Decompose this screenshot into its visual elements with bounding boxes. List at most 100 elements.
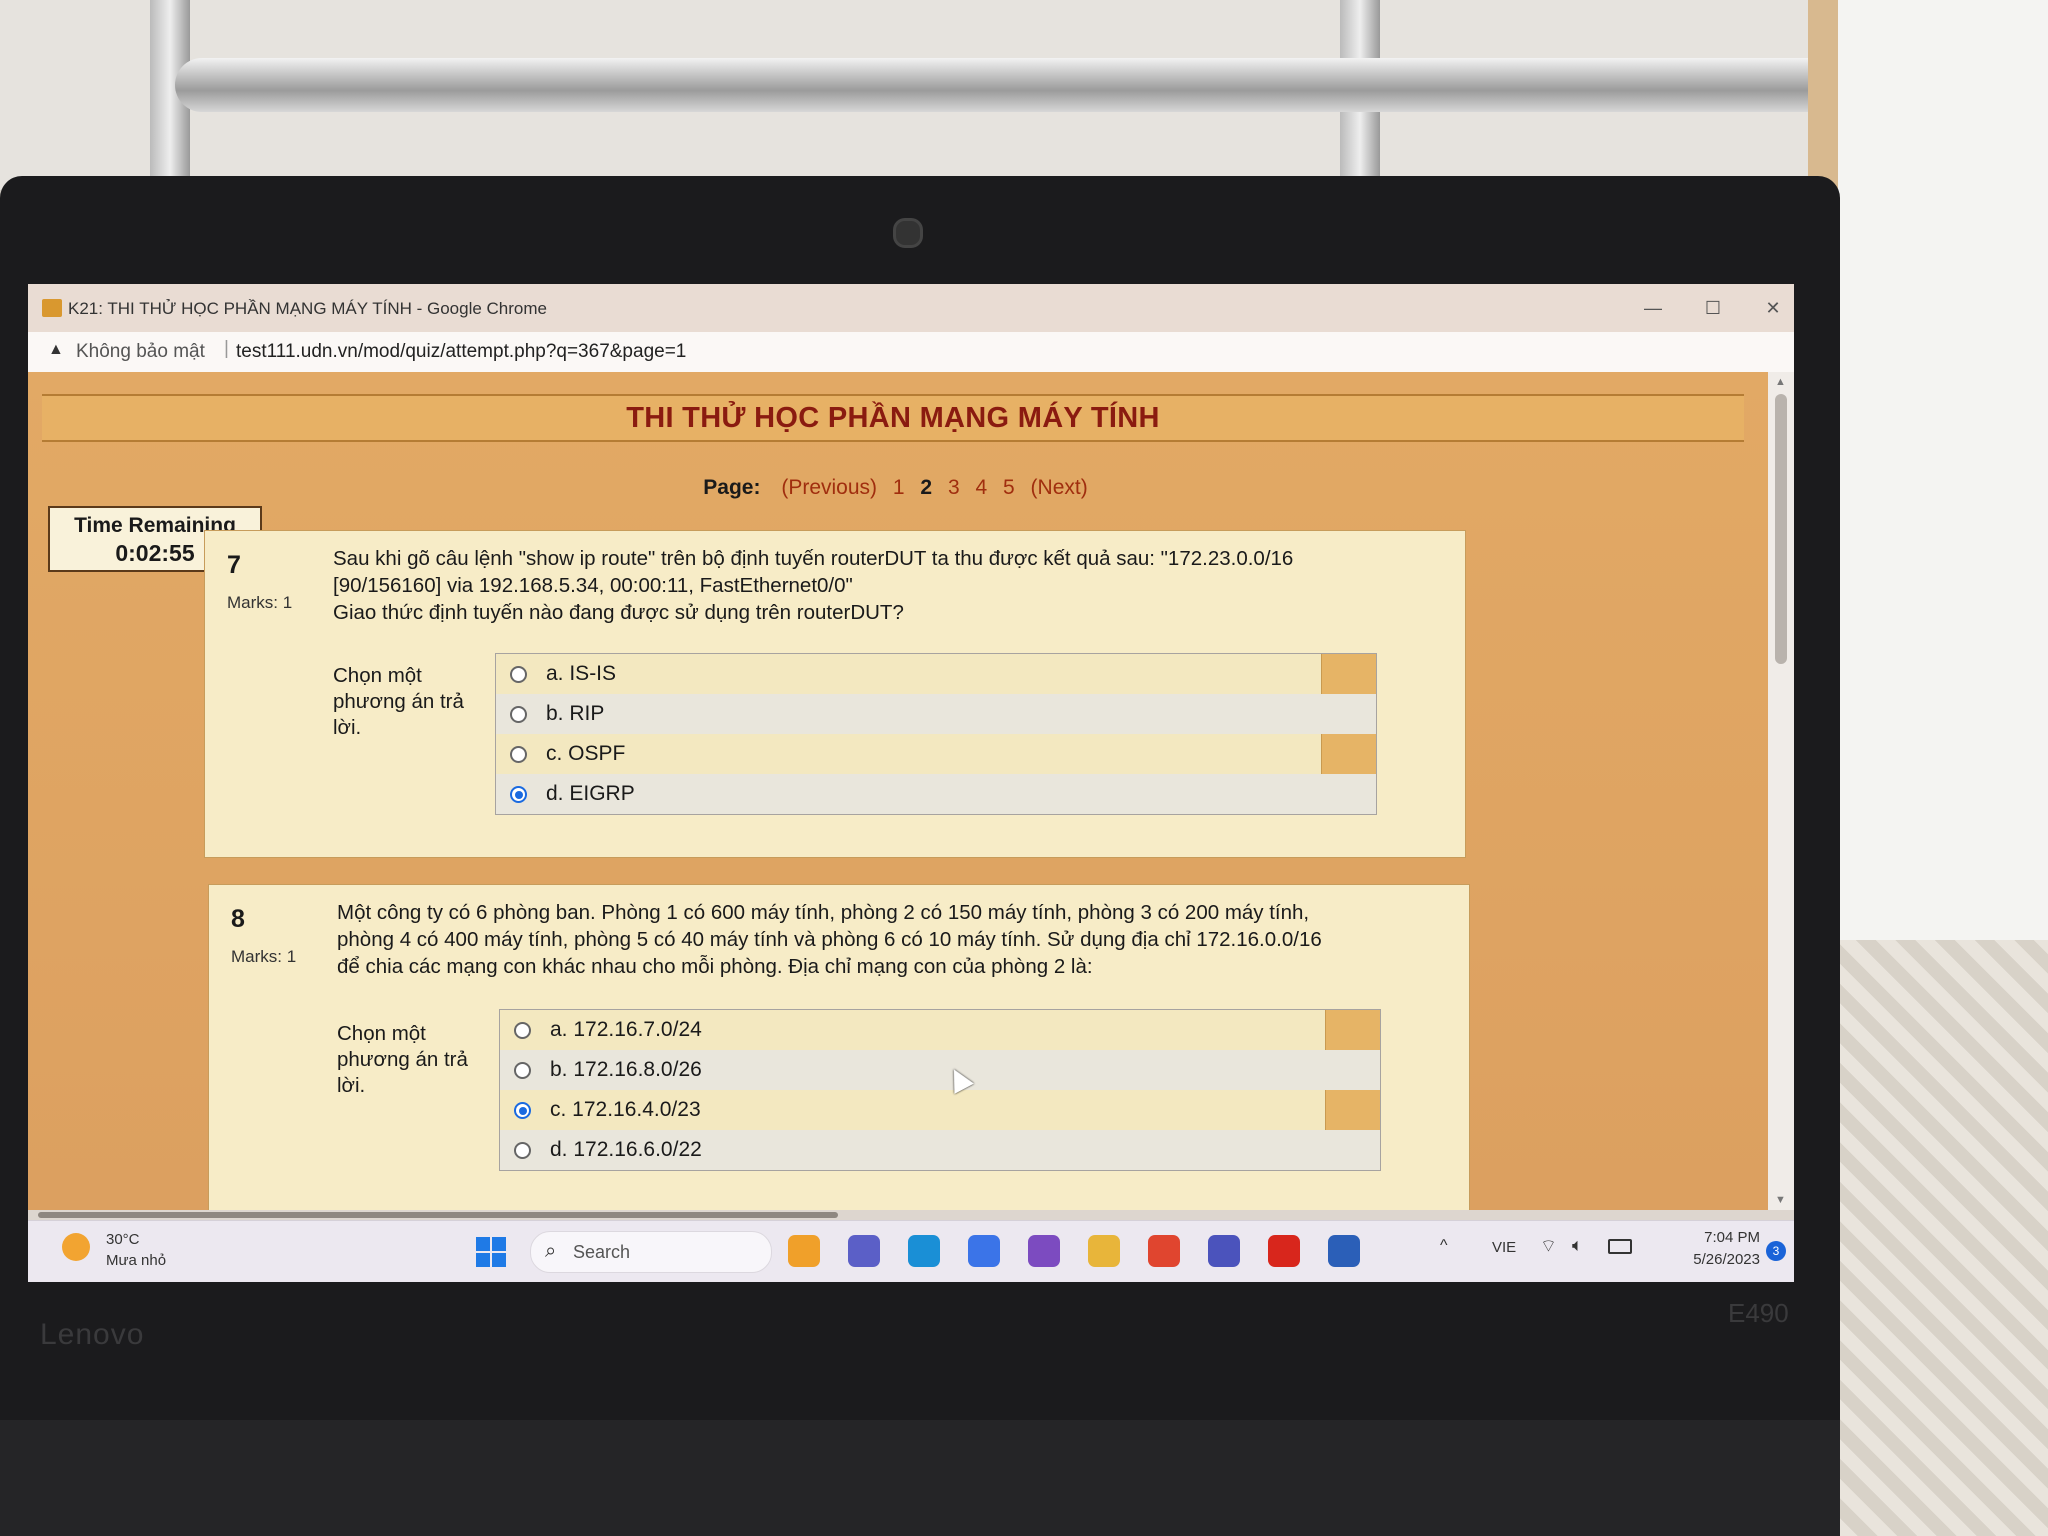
quiz-heading-banner: THI THỬ HỌC PHẦN MẠNG MÁY TÍNH: [42, 394, 1744, 442]
question-text-line: [90/156160] via 192.168.5.34, 00:00:11, …: [333, 574, 853, 597]
webcam: [893, 218, 923, 248]
scrollbar-thumb[interactable]: [38, 1212, 838, 1218]
radio-button[interactable]: [514, 1142, 531, 1159]
option-label: b. 172.16.8.0/26: [550, 1058, 702, 1081]
edge-icon[interactable]: [908, 1235, 940, 1267]
copilot-icon[interactable]: [968, 1235, 1000, 1267]
laptop-base: [0, 1420, 1840, 1536]
search-placeholder: Search: [573, 1242, 631, 1262]
radio-button-selected[interactable]: [510, 786, 527, 803]
question-number: 7: [227, 551, 241, 579]
question-text: Một công ty có 6 phòng ban. Phòng 1 có 6…: [337, 899, 1387, 980]
address-bar[interactable]: ▲ Không bảo mật | test111.udn.vn/mod/qui…: [28, 332, 1794, 373]
maximize-button[interactable]: ☐: [1688, 290, 1738, 326]
radio-button[interactable]: [514, 1062, 531, 1079]
weather-icon[interactable]: [62, 1233, 90, 1261]
question-marks: Marks: 1: [231, 947, 297, 966]
scrollbar-thumb[interactable]: [1775, 394, 1787, 664]
acrobat-icon[interactable]: [1268, 1235, 1300, 1267]
whiteboard: [1808, 0, 2048, 940]
answer-option-d[interactable]: d. EIGRP: [496, 774, 1376, 814]
laptop-brand: Lenovo: [40, 1318, 145, 1351]
notification-badge[interactable]: 3: [1766, 1241, 1786, 1261]
visual-studio-icon[interactable]: [1028, 1235, 1060, 1267]
previous-link[interactable]: (Previous): [781, 476, 877, 499]
screen: K21: THI THỬ HỌC PHẦN MẠNG MÁY TÍNH - Go…: [28, 284, 1794, 1282]
option-label: c. OSPF: [546, 742, 626, 765]
quiz-page: THI THỬ HỌC PHẦN MẠNG MÁY TÍNH Page: (Pr…: [28, 372, 1768, 1210]
answer-option-b[interactable]: b. 172.16.8.0/26: [500, 1050, 1380, 1090]
radio-button-selected[interactable]: [514, 1102, 531, 1119]
page-link-2: 2: [920, 476, 933, 499]
scroll-down-icon[interactable]: ▼: [1775, 1194, 1786, 1206]
option-label: d. 172.16.6.0/22: [550, 1138, 702, 1161]
windows-taskbar: 30°C Mưa nhỏ ⌕ Search ^ VIE ⌔ 🔈︎ 7:04 PM…: [28, 1220, 1794, 1282]
wifi-icon[interactable]: ⌔: [1540, 1235, 1557, 1258]
radio-button[interactable]: [510, 746, 527, 763]
clock-time[interactable]: 7:04 PM: [1668, 1229, 1760, 1246]
warning-icon[interactable]: ▲: [48, 341, 64, 359]
option-label: a. IS-IS: [546, 662, 617, 685]
answer-list: a. 172.16.7.0/24 b. 172.16.8.0/26 c. 172…: [499, 1009, 1381, 1171]
start-menu-icon[interactable]: [476, 1237, 506, 1267]
vertical-scrollbar[interactable]: ▲ ▼: [1768, 372, 1794, 1210]
next-link[interactable]: (Next): [1031, 476, 1088, 499]
close-button[interactable]: ✕: [1748, 290, 1794, 326]
question-text-line: Sau khi gõ câu lệnh "show ip route" trên…: [333, 547, 1294, 570]
weather-description[interactable]: Mưa nhỏ: [106, 1252, 166, 1269]
metal-rail: [175, 58, 1875, 112]
question-text-line: để chia các mạng con khác nhau cho mỗi p…: [337, 955, 1093, 978]
radio-button[interactable]: [514, 1022, 531, 1039]
scroll-up-icon[interactable]: ▲: [1775, 376, 1786, 388]
answer-option-a[interactable]: a. 172.16.7.0/24: [500, 1010, 1380, 1050]
security-status[interactable]: Không bảo mật: [76, 341, 205, 363]
tablecloth: [1838, 940, 2048, 1536]
file-explorer-icon[interactable]: [1088, 1235, 1120, 1267]
option-label: a. 172.16.7.0/24: [550, 1018, 702, 1041]
radio-button[interactable]: [510, 706, 527, 723]
chevron-up-icon[interactable]: ^: [1440, 1237, 1448, 1255]
page-link-3[interactable]: 3: [948, 476, 960, 499]
answer-list: a. IS-IS b. RIP c. OSPF d. EIGRP: [495, 653, 1377, 815]
question-7: 7 Marks: 1 Sau khi gõ câu lệnh "show ip …: [204, 530, 1466, 858]
input-language[interactable]: VIE: [1492, 1239, 1516, 1256]
page-link-1[interactable]: 1: [893, 476, 905, 499]
option-label: c. 172.16.4.0/23: [550, 1098, 701, 1121]
answer-option-b[interactable]: b. RIP: [496, 694, 1376, 734]
answer-option-c[interactable]: c. OSPF: [496, 734, 1376, 774]
page-link-5[interactable]: 5: [1003, 476, 1015, 499]
search-icon: ⌕: [545, 1240, 557, 1262]
question-text-line: Một công ty có 6 phòng ban. Phòng 1 có 6…: [337, 901, 1310, 924]
answer-option-c[interactable]: c. 172.16.4.0/23: [500, 1090, 1380, 1130]
option-label: d. EIGRP: [546, 782, 635, 805]
page-navigation: Page: (Previous) 1 2 3 4 5 (Next): [28, 476, 1768, 500]
teams-icon[interactable]: [1208, 1235, 1240, 1267]
minimize-button[interactable]: —: [1628, 290, 1678, 326]
question-8: 8 Marks: 1 Một công ty có 6 phòng ban. P…: [208, 884, 1470, 1210]
horizontal-scrollbar[interactable]: [28, 1210, 1794, 1220]
taskbar-search[interactable]: ⌕ Search: [530, 1231, 772, 1273]
weather-temperature[interactable]: 30°C: [106, 1231, 140, 1248]
clock-date[interactable]: 5/26/2023: [1668, 1251, 1760, 1268]
answer-option-a[interactable]: a. IS-IS: [496, 654, 1376, 694]
answer-option-d[interactable]: d. 172.16.6.0/22: [500, 1130, 1380, 1170]
question-marks: Marks: 1: [227, 593, 293, 612]
volume-icon[interactable]: 🔈︎: [1572, 1235, 1583, 1256]
radio-button[interactable]: [510, 666, 527, 683]
laptop-model: E490: [1728, 1298, 1789, 1328]
word-icon[interactable]: [1328, 1235, 1360, 1267]
address-separator: |: [224, 338, 229, 359]
question-number: 8: [231, 905, 245, 933]
chrome-icon[interactable]: [1148, 1235, 1180, 1267]
answer-prompt: Chọn một phương án trả lời.: [337, 1022, 468, 1097]
url-text[interactable]: test111.udn.vn/mod/quiz/attempt.php?q=36…: [236, 341, 686, 363]
window-title: K21: THI THỬ HỌC PHẦN MẠNG MÁY TÍNH - Go…: [68, 299, 547, 318]
widgets-icon[interactable]: [788, 1235, 820, 1267]
battery-icon[interactable]: [1608, 1239, 1632, 1254]
chat-icon[interactable]: [848, 1235, 880, 1267]
question-text-line: phòng 4 có 400 máy tính, phòng 5 có 40 m…: [337, 928, 1322, 951]
browser-titlebar: K21: THI THỬ HỌC PHẦN MẠNG MÁY TÍNH - Go…: [28, 284, 1794, 332]
question-text-line: Giao thức định tuyến nào đang được sử dụ…: [333, 601, 904, 624]
quiz-heading: THI THỬ HỌC PHẦN MẠNG MÁY TÍNH: [626, 402, 1160, 434]
page-link-4[interactable]: 4: [975, 476, 987, 499]
